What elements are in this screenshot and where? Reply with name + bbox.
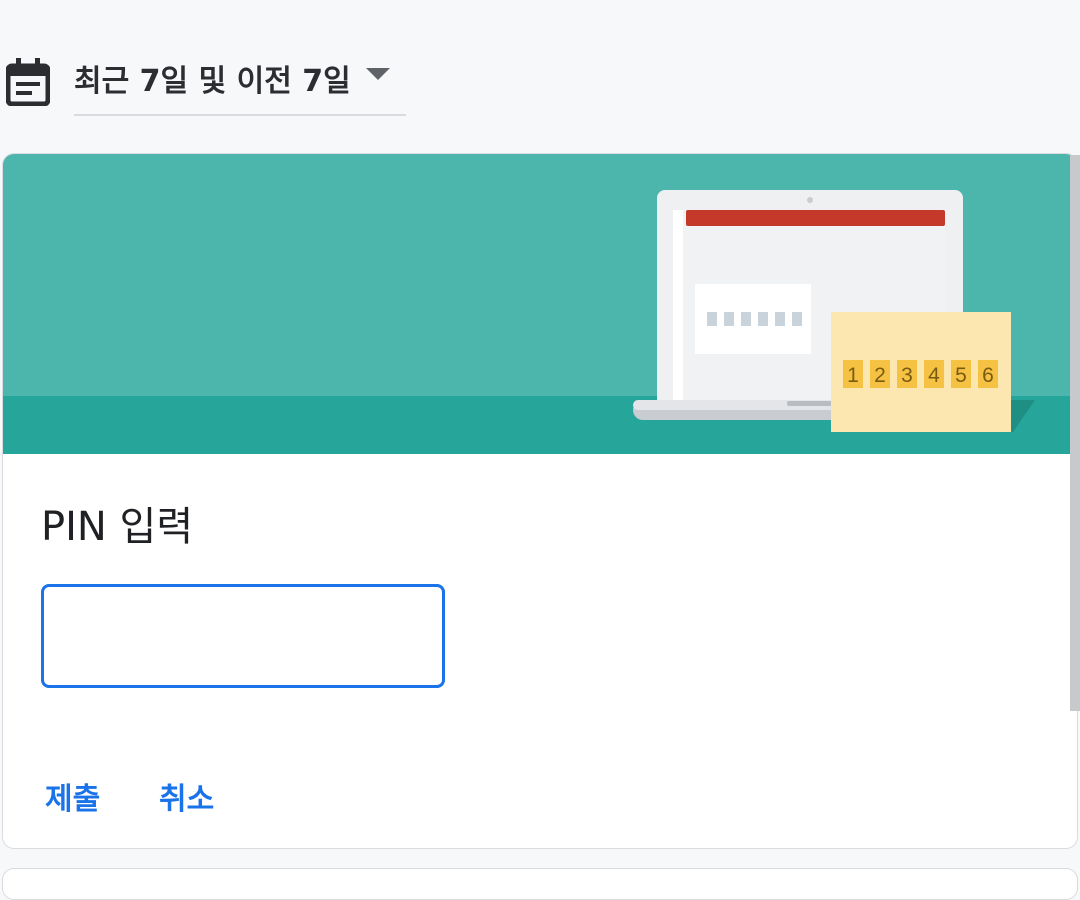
scrollbar[interactable] (1070, 155, 1080, 711)
pin-banner: 1 2 3 4 5 6 (3, 154, 1077, 454)
cancel-button[interactable]: 취소 (159, 774, 214, 818)
laptop-pin-illustration: 1 2 3 4 5 6 (633, 190, 1035, 432)
pin-card: 1 2 3 4 5 6 PIN 입력 제출 취소 (2, 153, 1078, 849)
submit-button[interactable]: 제출 (45, 774, 100, 818)
date-range-label: 최근 7일 및 이전 7일 (74, 64, 351, 99)
date-range-row: 최근 7일 및 이전 7일 (0, 0, 1080, 150)
pin-digit: 2 (874, 364, 886, 387)
pin-digit: 1 (847, 364, 859, 387)
pin-title: PIN 입력 (41, 504, 194, 550)
pin-digit: 4 (928, 364, 940, 387)
next-card (2, 868, 1078, 900)
pin-digit: 5 (955, 364, 967, 387)
dropdown-arrow-icon (366, 68, 390, 80)
pin-digit: 3 (901, 364, 913, 387)
pin-input[interactable] (41, 584, 445, 688)
pin-digit: 6 (982, 364, 994, 387)
calendar-icon (6, 58, 50, 106)
date-range-dropdown[interactable]: 최근 7일 및 이전 7일 (74, 40, 406, 116)
